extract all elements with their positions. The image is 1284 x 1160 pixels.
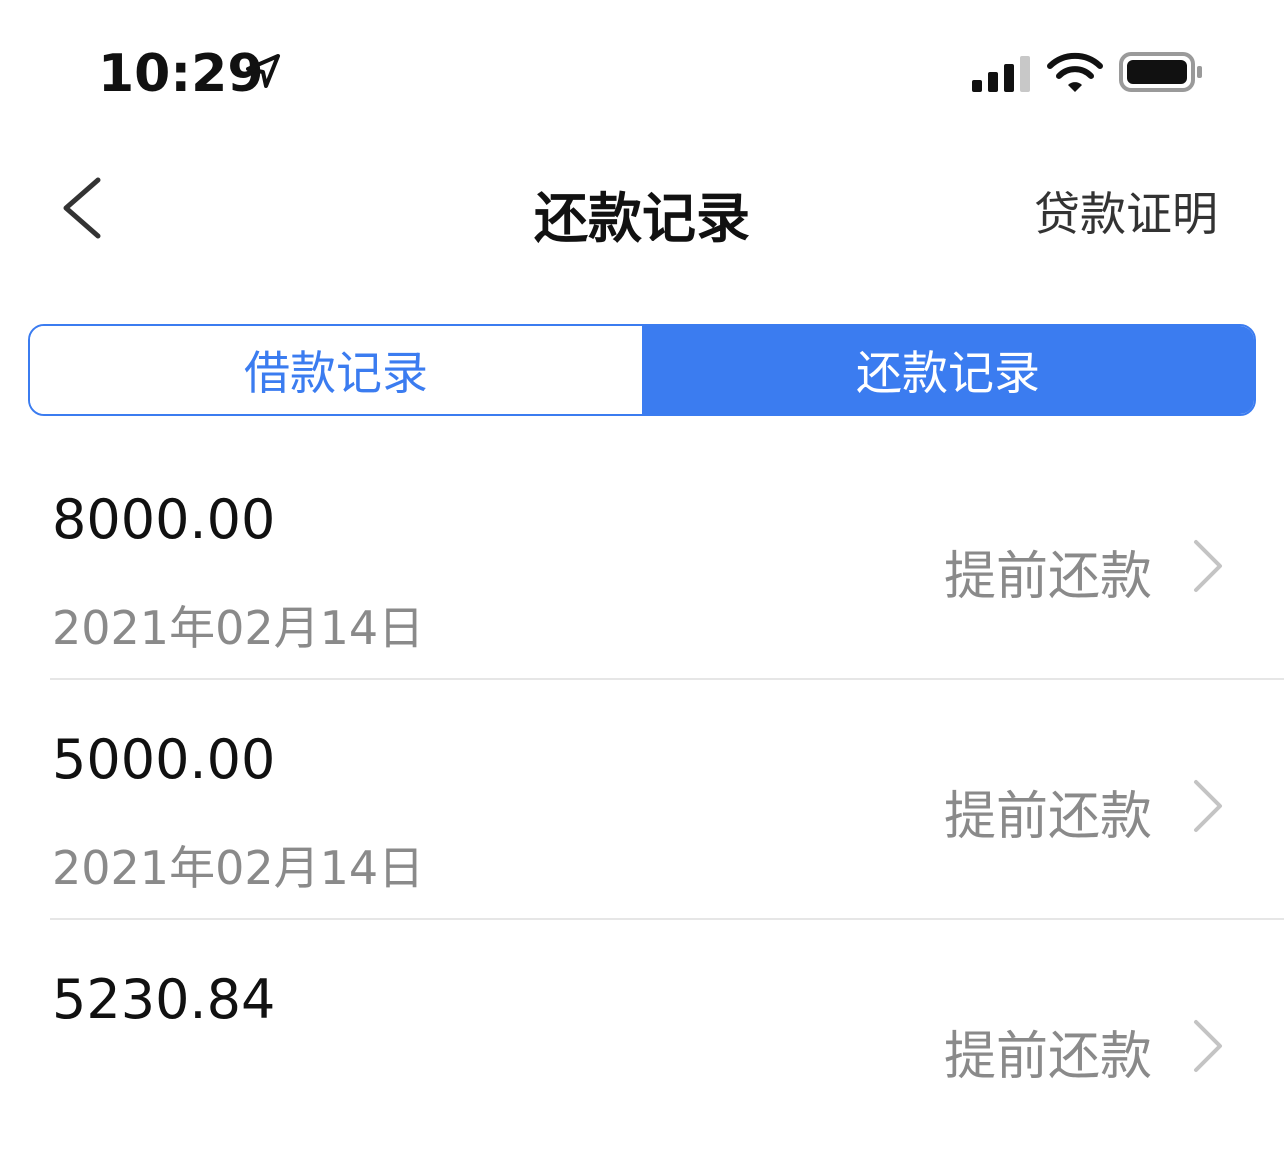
list-item[interactable]: 5000.00 2021年02月14日 提前还款: [0, 680, 1284, 920]
record-date: 2021年02月14日: [52, 601, 425, 655]
location-arrow-icon: [246, 54, 280, 88]
record-amount: 8000.00: [52, 488, 276, 551]
status-time: 10:29: [98, 44, 264, 104]
tab-repayment-records[interactable]: 还款记录: [642, 326, 1254, 414]
prepay-button[interactable]: 提前还款: [944, 534, 1152, 609]
signal-icon: [972, 56, 1030, 92]
nav-bar: 还款记录 贷款证明: [0, 140, 1284, 290]
record-amount: 5000.00: [52, 728, 276, 791]
tab-loan-records[interactable]: 借款记录: [30, 326, 642, 414]
list-item[interactable]: 8000.00 2021年02月14日 提前还款: [0, 440, 1284, 680]
battery-icon: [1119, 52, 1202, 92]
wifi-icon: [1047, 52, 1103, 92]
prepay-button[interactable]: 提前还款: [944, 774, 1152, 849]
record-type-tabs: 借款记录 还款记录: [28, 324, 1256, 416]
prepay-button[interactable]: 提前还款: [944, 1014, 1152, 1089]
record-date: 2021年02月14日: [52, 841, 425, 895]
chevron-right-icon: [1194, 780, 1222, 832]
loan-certificate-button[interactable]: 贷款证明: [1034, 178, 1218, 244]
chevron-right-icon: [1194, 540, 1222, 592]
repayment-record-list: 8000.00 2021年02月14日 提前还款 5000.00 2021年02…: [0, 440, 1284, 1160]
chevron-right-icon: [1194, 1020, 1222, 1072]
record-amount: 5230.84: [52, 968, 276, 1031]
list-item[interactable]: 5230.84 提前还款: [0, 920, 1284, 1160]
status-bar: 10:29: [0, 0, 1284, 140]
